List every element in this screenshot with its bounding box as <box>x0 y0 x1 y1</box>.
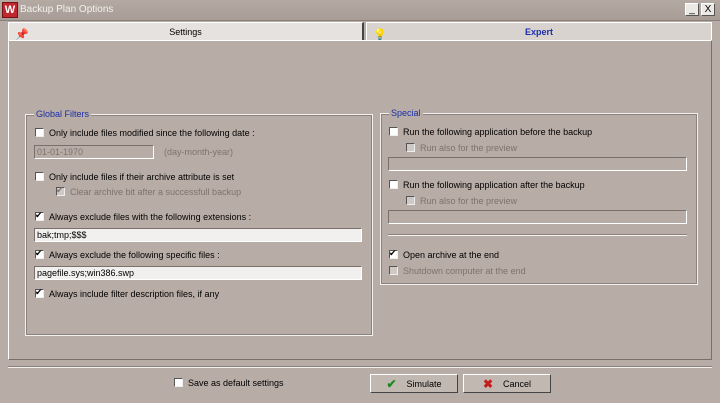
cancel-button[interactable]: ✖ Cancel <box>463 374 551 393</box>
shutdown-box[interactable] <box>389 266 398 275</box>
exclude-extensions-box[interactable] <box>35 210 44 221</box>
exclude-extensions-checkbox[interactable]: Always exclude files with the following … <box>35 210 251 223</box>
save-default-label: Save as default settings <box>188 377 284 388</box>
run-before-input[interactable] <box>388 157 687 171</box>
exclude-files-box[interactable] <box>35 248 44 259</box>
title-bar[interactable]: W Backup Plan Options _ X <box>0 0 720 21</box>
special-title: Special <box>389 108 423 118</box>
modified-since-label: Only include files modified since the fo… <box>49 127 255 138</box>
clear-archive-bit-checkbox[interactable]: Clear archive bit after a successfull ba… <box>56 185 241 198</box>
simulate-button[interactable]: ✔ Simulate <box>370 374 458 393</box>
exclude-files-label: Always exclude the following specific fi… <box>49 249 220 260</box>
tab-strip: 📌 Settings 💡 Expert <box>0 22 720 41</box>
run-before-label: Run the following application before the… <box>403 126 593 137</box>
clear-archive-bit-label: Clear archive bit after a successfull ba… <box>70 186 242 197</box>
run-before-checkbox[interactable]: Run the following application before the… <box>389 125 592 138</box>
minimize-button[interactable]: _ <box>685 3 699 16</box>
archive-attribute-label: Only include files if their archive attr… <box>49 171 235 182</box>
modified-since-box[interactable] <box>35 128 44 137</box>
run-after-preview-label: Run also for the preview <box>420 195 518 206</box>
expert-panel: Global Filters Only include files modifi… <box>8 40 712 360</box>
run-after-box[interactable] <box>389 180 398 189</box>
run-after-input[interactable] <box>388 210 687 224</box>
open-archive-checkbox[interactable]: Open archive at the end <box>389 248 499 261</box>
date-input[interactable]: 01-01-1970 <box>34 145 154 159</box>
archive-attribute-checkbox[interactable]: Only include files if their archive attr… <box>35 170 234 183</box>
run-after-preview-box[interactable] <box>406 196 415 205</box>
date-format-hint: (day-month-year) <box>164 147 234 157</box>
tab-expert[interactable]: 💡 Expert <box>366 22 712 41</box>
shutdown-label: Shutdown computer at the end <box>403 265 526 276</box>
cancel-label: Cancel <box>503 378 532 389</box>
run-before-preview-label: Run also for the preview <box>420 142 518 153</box>
cancel-x-icon: ✖ <box>482 376 494 391</box>
include-descriptions-box[interactable] <box>35 287 44 298</box>
run-before-preview-checkbox[interactable]: Run also for the preview <box>406 141 517 154</box>
close-button[interactable]: X <box>701 3 715 16</box>
backup-plan-options-window: W Backup Plan Options _ X 📌 Settings 💡 E… <box>0 0 720 403</box>
include-descriptions-checkbox[interactable]: Always include filter description files,… <box>35 287 219 300</box>
special-divider <box>388 234 687 236</box>
modified-since-checkbox[interactable]: Only include files modified since the fo… <box>35 126 255 139</box>
archive-attribute-box[interactable] <box>35 172 44 181</box>
tab-settings-label: Settings <box>169 27 202 37</box>
run-after-checkbox[interactable]: Run the following application after the … <box>389 178 585 191</box>
clear-archive-bit-box[interactable] <box>56 185 65 196</box>
exclude-files-checkbox[interactable]: Always exclude the following specific fi… <box>35 248 220 261</box>
shutdown-checkbox[interactable]: Shutdown computer at the end <box>389 264 526 277</box>
save-default-box[interactable] <box>174 378 183 387</box>
open-archive-label: Open archive at the end <box>403 249 500 260</box>
run-after-label: Run the following application after the … <box>403 179 585 190</box>
run-after-preview-checkbox[interactable]: Run also for the preview <box>406 194 517 207</box>
specific-files-input[interactable]: pagefile.sys;win386.swp <box>34 266 362 280</box>
run-before-box[interactable] <box>389 127 398 136</box>
exclude-extensions-label: Always exclude files with the following … <box>49 211 252 222</box>
global-filters-title: Global Filters <box>34 109 92 119</box>
tab-settings[interactable]: 📌 Settings <box>8 22 364 41</box>
app-logo-icon: W <box>2 2 18 18</box>
run-before-preview-box[interactable] <box>406 143 415 152</box>
check-icon: ✔ <box>386 376 397 391</box>
global-filters-group: Global Filters Only include files modifi… <box>25 109 373 336</box>
include-descriptions-label: Always include filter description files,… <box>49 288 220 299</box>
window-title: Backup Plan Options <box>20 4 114 15</box>
extensions-input[interactable]: bak;tmp;$$$ <box>34 228 362 242</box>
simulate-label: Simulate <box>406 378 442 389</box>
tab-expert-label: Expert <box>524 27 553 37</box>
special-group: Special Run the following application be… <box>380 108 698 285</box>
save-default-checkbox[interactable]: Save as default settings <box>174 376 284 389</box>
footer-divider <box>8 366 712 368</box>
open-archive-box[interactable] <box>389 248 398 259</box>
